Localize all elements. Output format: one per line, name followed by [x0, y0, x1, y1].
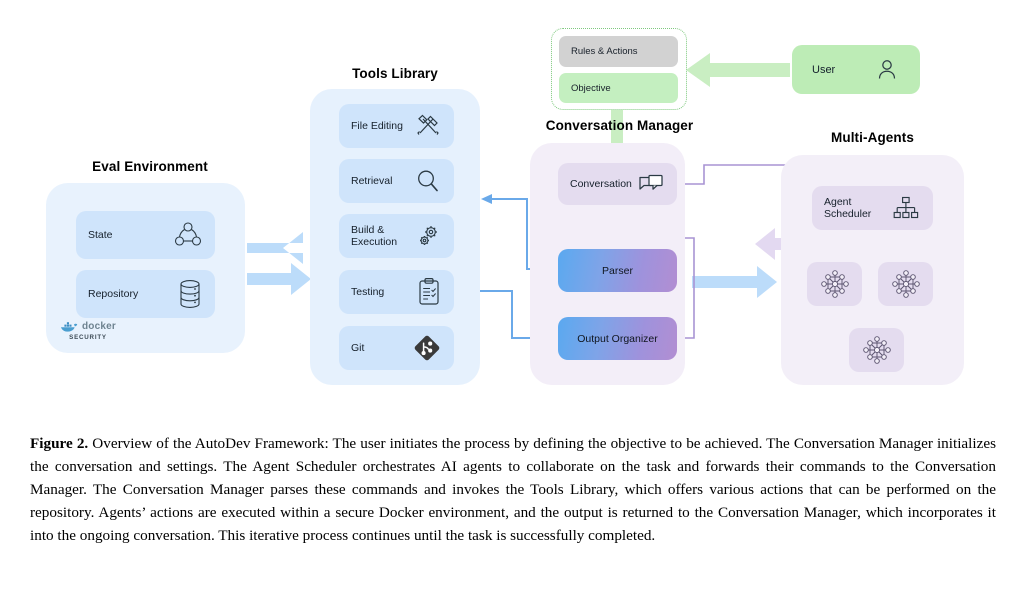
settings-chip-rules-actions-label: Rules & Actions	[571, 46, 638, 57]
settings-chip-objective-label: Objective	[571, 82, 611, 94]
multi-agents-title: Multi-Agents	[831, 130, 914, 145]
tool-card-testing[interactable]: Testing	[339, 270, 454, 314]
figure-label: Figure 2.	[30, 435, 89, 452]
eval-card-state[interactable]: State	[76, 211, 215, 259]
neural-network-icon	[819, 268, 851, 300]
settings-chip-rules-actions[interactable]: Rules & Actions	[559, 36, 678, 67]
docker-security-badge: docker SECURITY	[60, 320, 116, 341]
output-organizer-card-label: Output Organizer	[577, 332, 658, 345]
tool-card-file-editing[interactable]: File Editing	[339, 104, 454, 148]
figure-caption: Figure 2. Overview of the AutoDev Framew…	[30, 432, 996, 547]
agent-node-3[interactable]	[849, 328, 904, 372]
docker-whale-icon	[60, 320, 80, 333]
gears-icon	[414, 222, 442, 250]
org-chart-icon	[891, 195, 921, 221]
tool-card-testing-label: Testing	[351, 285, 385, 298]
figure-caption-text: Overview of the AutoDev Framework: The u…	[30, 435, 996, 545]
eval-environment-title: Eval Environment	[92, 159, 208, 174]
agent-node-2[interactable]	[878, 262, 933, 306]
arrow-conversation-to-agents	[692, 266, 777, 298]
arrow-tools-to-eval	[247, 232, 303, 264]
output-organizer-card[interactable]: Output Organizer	[558, 317, 677, 360]
magnifier-icon	[414, 167, 442, 195]
arrow-user-to-settings	[686, 53, 790, 87]
neural-network-icon	[861, 334, 893, 366]
tool-card-build-execution-label: Build & Execution	[351, 223, 398, 248]
neural-network-icon	[890, 268, 922, 300]
docker-security-label: SECURITY	[69, 334, 107, 341]
agent-node-1[interactable]	[807, 262, 862, 306]
settings-chip-objective[interactable]: Objective	[559, 73, 678, 103]
state-graph-icon	[173, 220, 203, 250]
parser-card-label: Parser	[602, 264, 633, 277]
eval-card-state-label: State	[88, 228, 113, 241]
git-logo-icon	[412, 333, 442, 363]
agent-scheduler-card[interactable]: Agent Scheduler	[812, 186, 933, 230]
chat-bubbles-icon	[637, 172, 665, 196]
conversation-manager-title: Conversation Manager	[545, 118, 694, 133]
tool-card-git-label: Git	[351, 341, 365, 354]
clipboard-check-icon	[416, 277, 442, 307]
parser-card[interactable]: Parser	[558, 249, 677, 292]
hammer-wrench-icon	[414, 112, 442, 140]
database-icon	[177, 278, 203, 310]
agent-scheduler-label: Agent Scheduler	[824, 195, 872, 220]
conversation-card-label: Conversation	[570, 177, 632, 190]
eval-card-repository[interactable]: Repository	[76, 270, 215, 318]
eval-card-repository-label: Repository	[88, 287, 139, 300]
tool-card-build-execution[interactable]: Build & Execution	[339, 214, 454, 258]
conversation-card[interactable]: Conversation	[558, 163, 677, 205]
arrow-eval-to-tools	[247, 263, 311, 295]
user-box[interactable]: User	[792, 45, 920, 94]
tool-card-file-editing-label: File Editing	[351, 119, 403, 132]
docker-wordmark: docker	[82, 321, 116, 332]
tool-card-retrieval-label: Retrieval	[351, 174, 393, 187]
tools-library-title: Tools Library	[352, 66, 438, 81]
tool-card-git[interactable]: Git	[339, 326, 454, 370]
user-label: User	[812, 63, 836, 76]
tool-card-retrieval[interactable]: Retrieval	[339, 159, 454, 203]
person-icon	[874, 57, 900, 83]
figure-diagram: Eval Environment State Repository docker…	[0, 0, 1024, 420]
